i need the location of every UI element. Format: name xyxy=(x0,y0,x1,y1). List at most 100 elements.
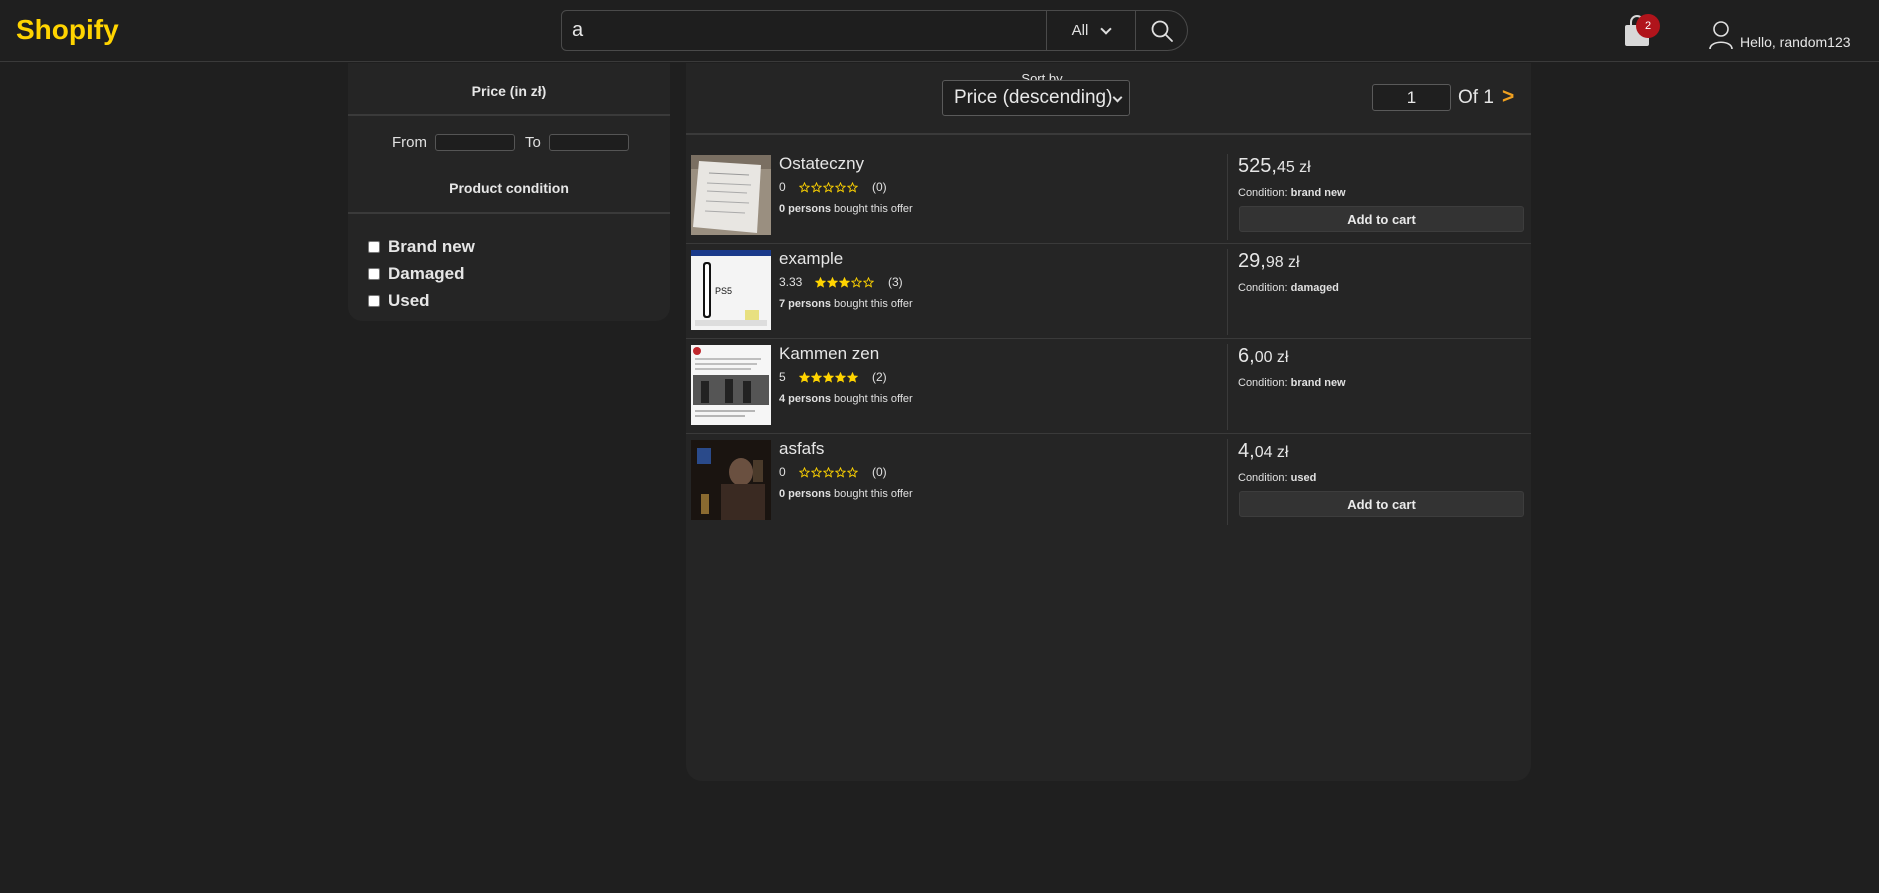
product-title[interactable]: Kammen zen xyxy=(779,344,879,364)
star-rating xyxy=(799,466,858,478)
price-to-input[interactable] xyxy=(548,134,629,151)
price-integer: 29, xyxy=(1238,250,1266,272)
condition-label: Damaged xyxy=(388,263,465,283)
bought-suffix: bought this offer xyxy=(834,298,913,310)
review-count: (2) xyxy=(872,370,887,384)
review-count: (0) xyxy=(872,180,887,194)
checkbox[interactable] xyxy=(368,267,380,280)
product-row: PS5 example 3.33 (3) 7 persons bought th… xyxy=(686,245,1531,339)
bought-info: 0 persons bought this offer xyxy=(779,203,913,215)
price-integer: 525, xyxy=(1238,155,1277,177)
condition-label: Condition: xyxy=(1238,187,1288,199)
from-label: From xyxy=(392,134,427,151)
condition-value: used xyxy=(1290,472,1317,484)
star-empty-icon xyxy=(863,276,874,288)
divider xyxy=(686,133,1531,135)
condition-used[interactable]: Used xyxy=(368,287,475,314)
user-menu[interactable]: Hello, random123 xyxy=(1708,20,1851,50)
bought-count: 7 persons xyxy=(779,298,831,310)
star-empty-icon xyxy=(851,276,862,288)
product-title[interactable]: asfafs xyxy=(779,439,824,459)
bought-info: 7 persons bought this offer xyxy=(779,298,913,310)
divider xyxy=(1227,344,1228,430)
rating-value: 5 xyxy=(779,370,786,384)
product-rating: 3.33 (3) xyxy=(779,275,903,289)
star-filled-icon xyxy=(823,371,834,383)
star-filled-icon xyxy=(847,371,858,383)
search-bar: All xyxy=(561,10,1188,51)
rating-value: 3.33 xyxy=(779,275,803,289)
user-icon xyxy=(1709,21,1733,50)
star-filled-icon xyxy=(799,371,810,383)
product-condition: Condition: brand new xyxy=(1238,187,1346,199)
star-filled-icon xyxy=(839,276,850,288)
star-filled-icon xyxy=(815,276,826,288)
price-integer: 6, xyxy=(1238,345,1255,367)
product-condition: Condition: damaged xyxy=(1238,282,1339,294)
bought-info: 0 persons bought this offer xyxy=(779,488,913,500)
bought-info: 4 persons bought this offer xyxy=(779,393,913,405)
price-decimal: 45 zł xyxy=(1276,159,1311,176)
logo[interactable]: Shopify xyxy=(16,14,119,46)
product-condition: Condition: brand new xyxy=(1238,377,1346,389)
add-to-cart-button[interactable]: Add to cart xyxy=(1239,206,1524,232)
price-filter-title: Price (in zł) xyxy=(471,83,547,99)
condition-list: Brand new Damaged Used xyxy=(368,233,475,314)
product-thumbnail[interactable]: PS5 xyxy=(691,250,771,330)
product-listing: Sort by Price (descending) 1 Of 1 > Osta… xyxy=(686,63,1531,781)
cart-button[interactable]: 2 xyxy=(1620,12,1660,48)
product-price: 4,04 zł xyxy=(1238,440,1288,463)
search-icon xyxy=(1151,20,1173,42)
star-empty-icon xyxy=(835,181,846,193)
price-decimal: 04 zł xyxy=(1254,444,1289,461)
page-total: Of 1 xyxy=(1458,87,1494,108)
star-empty-icon xyxy=(835,466,846,478)
product-thumbnail[interactable] xyxy=(691,440,771,520)
rating-value: 0 xyxy=(779,465,786,479)
top-header: Shopify All 2 Hello, random123 xyxy=(0,0,1879,62)
to-label: To xyxy=(525,134,541,151)
sort-select[interactable]: Price (descending) xyxy=(942,80,1130,116)
price-range: From To xyxy=(392,134,639,151)
product-rating: 0 (0) xyxy=(779,180,887,194)
price-decimal: 00 zł xyxy=(1254,349,1289,366)
bought-suffix: bought this offer xyxy=(834,488,913,500)
page-number-input[interactable]: 1 xyxy=(1372,84,1451,111)
chevron-down-icon xyxy=(1112,92,1123,103)
condition-damaged[interactable]: Damaged xyxy=(368,260,475,287)
add-to-cart-button[interactable]: Add to cart xyxy=(1239,491,1524,517)
star-empty-icon xyxy=(799,466,810,478)
checkbox[interactable] xyxy=(368,240,380,253)
checkbox[interactable] xyxy=(368,294,380,307)
product-row: Ostateczny 0 (0) 0 persons bought this o… xyxy=(686,150,1531,244)
category-select[interactable]: All xyxy=(1046,11,1135,50)
bought-suffix: bought this offer xyxy=(834,393,913,405)
user-greeting: Hello, random123 xyxy=(1740,34,1851,50)
next-page-button[interactable]: > xyxy=(1502,85,1514,109)
product-title[interactable]: example xyxy=(779,249,843,269)
star-empty-icon xyxy=(811,181,822,193)
price-integer: 4, xyxy=(1238,440,1255,462)
search-button[interactable] xyxy=(1135,11,1187,50)
condition-filter-title: Product condition xyxy=(449,180,569,196)
product-price: 29,98 zł xyxy=(1238,250,1300,273)
divider xyxy=(1227,154,1228,240)
bought-count: 4 persons xyxy=(779,393,831,405)
condition-brand-new[interactable]: Brand new xyxy=(368,233,475,260)
product-condition: Condition: used xyxy=(1238,472,1316,484)
product-title[interactable]: Ostateczny xyxy=(779,154,864,174)
row-divider xyxy=(686,433,1531,434)
condition-value: brand new xyxy=(1290,187,1346,199)
price-from-input[interactable] xyxy=(435,134,515,151)
bought-suffix: bought this offer xyxy=(834,203,913,215)
condition-label: Brand new xyxy=(388,236,475,256)
product-thumbnail[interactable] xyxy=(691,155,771,235)
product-thumbnail[interactable] xyxy=(691,345,771,425)
product-price: 525,45 zł xyxy=(1238,155,1311,178)
price-decimal: 98 zł xyxy=(1265,254,1300,271)
search-input[interactable] xyxy=(562,11,1046,50)
star-rating xyxy=(815,276,874,288)
bought-count: 0 persons xyxy=(779,203,831,215)
star-filled-icon xyxy=(811,371,822,383)
condition-label: Condition: xyxy=(1238,282,1288,294)
